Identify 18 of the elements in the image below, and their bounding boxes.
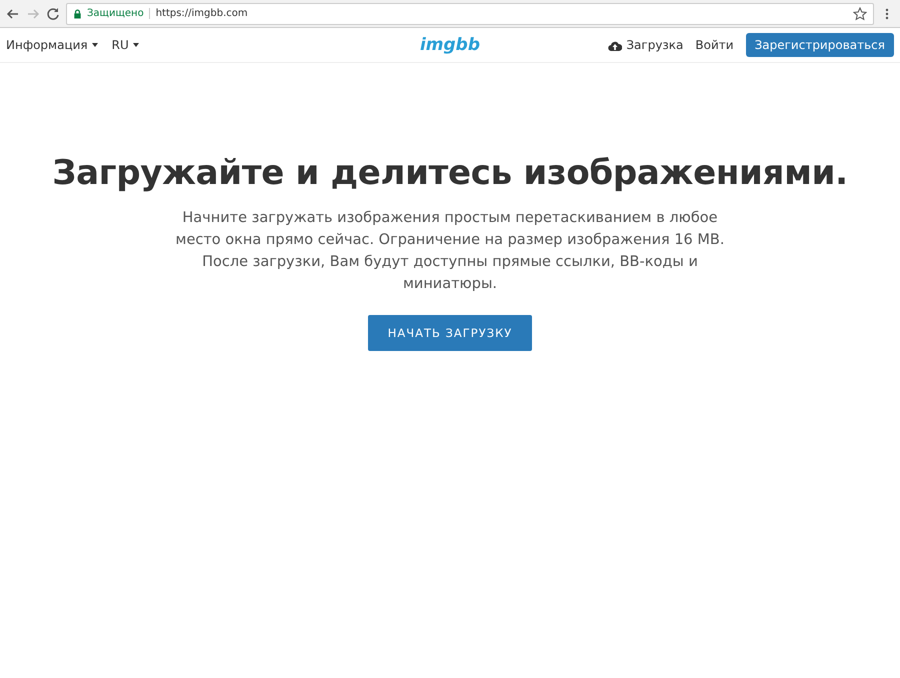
- lock-icon: [73, 8, 82, 18]
- start-upload-button[interactable]: НАЧАТЬ ЗАГРУЗКУ: [368, 315, 532, 351]
- upload-link[interactable]: Загрузка: [608, 38, 684, 52]
- security-label: Защищено: [87, 8, 144, 19]
- back-icon[interactable]: [6, 6, 20, 20]
- cloud-upload-icon: [608, 40, 622, 50]
- caret-icon: [132, 43, 139, 47]
- address-bar[interactable]: Защищено https://imgbb.com: [66, 2, 874, 24]
- hero-description: Начните загружать изображения простым перетаскиванием в любое место окна прямо сейчас. Ограничение на размер изображения 16 MB. После загрузки, Вам будут доступны прямые ссылки, BB-коды и миниатюры.: [174, 209, 726, 294]
- login-link[interactable]: Войти: [695, 38, 734, 52]
- signup-button[interactable]: Зарегистрироваться: [746, 33, 894, 57]
- reload-icon[interactable]: [46, 6, 60, 20]
- url-text: https://imgbb.com: [148, 8, 248, 19]
- dropdown-menu[interactable]: RU: [112, 38, 139, 52]
- hero-title: Загружайте и делитесь изображениями.: [52, 153, 848, 193]
- star-icon[interactable]: [853, 6, 867, 20]
- dropdown-menu[interactable]: Информация: [6, 38, 98, 52]
- caret-icon: [92, 43, 98, 47]
